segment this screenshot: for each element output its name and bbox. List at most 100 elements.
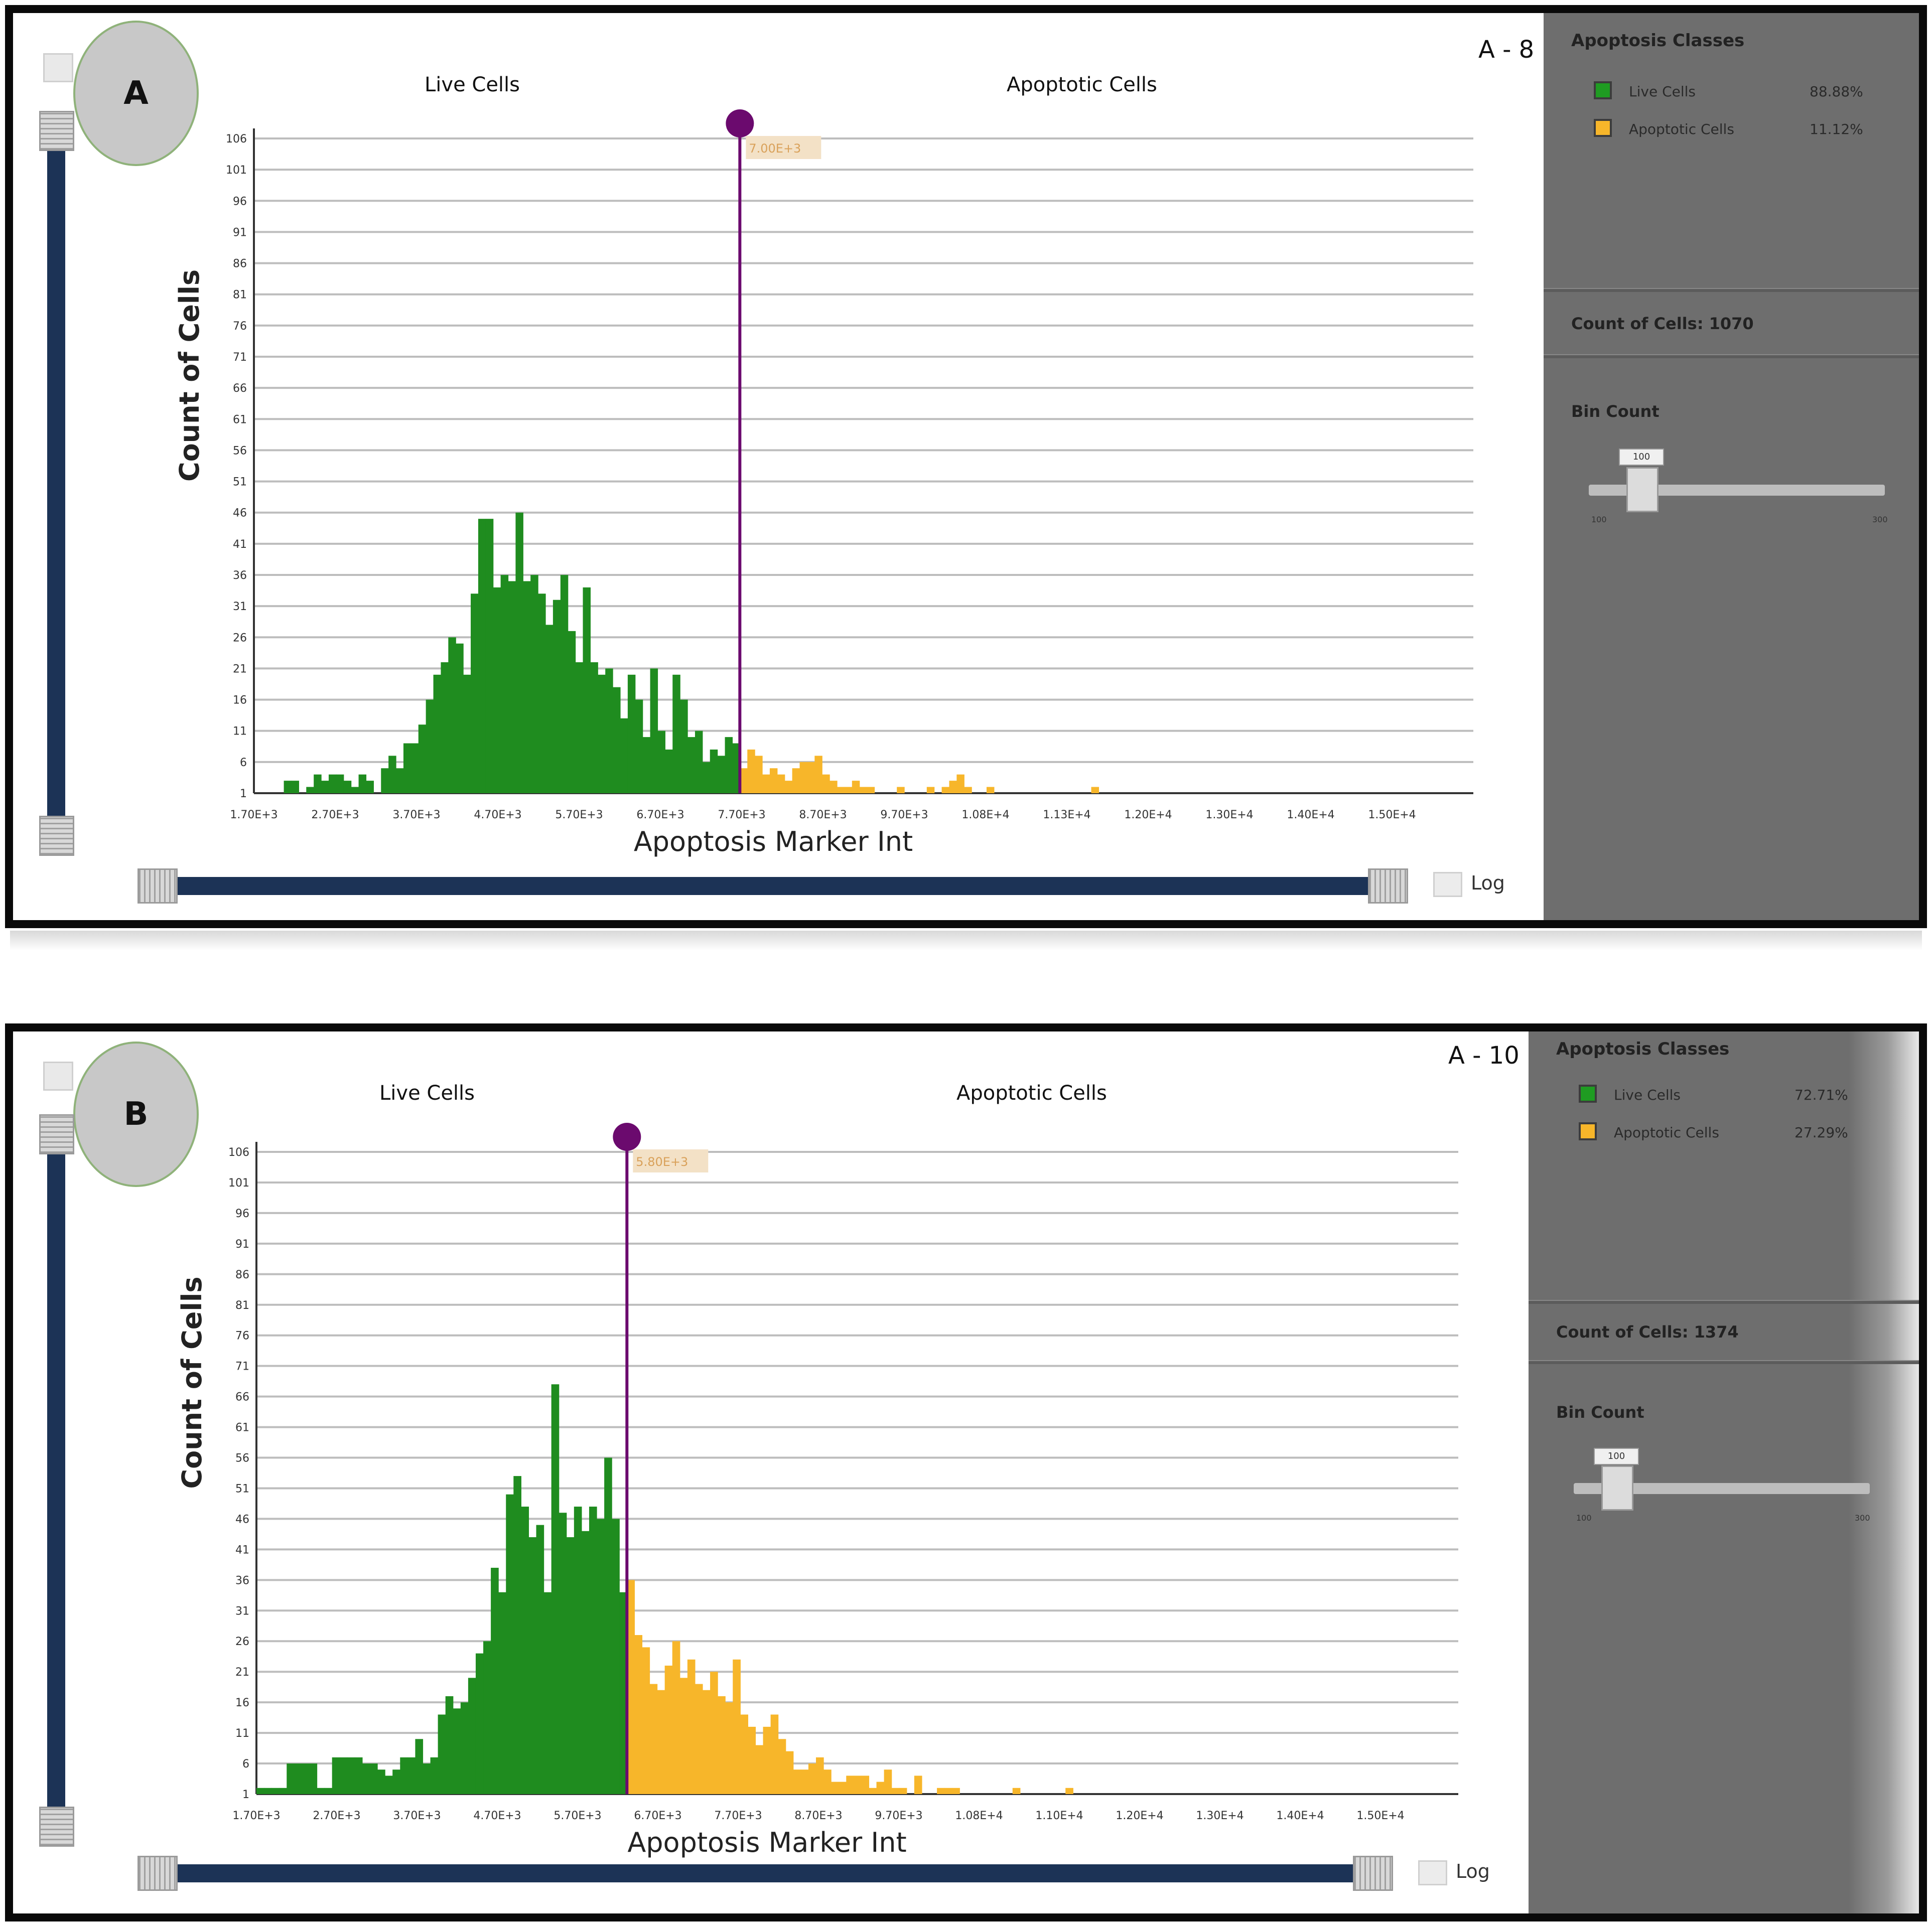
x-tick-label: 7.70E+3 bbox=[718, 809, 765, 821]
bar-apoptotic bbox=[755, 1745, 764, 1794]
bar-live bbox=[583, 587, 591, 793]
bar-live bbox=[306, 787, 314, 793]
bar-live bbox=[725, 737, 733, 793]
horizontal-scroll-left-handle[interactable] bbox=[137, 868, 178, 904]
threshold-handle bbox=[726, 109, 754, 137]
bar-live bbox=[430, 1757, 439, 1794]
legend-item-live[interactable]: Live Cells 88.88% bbox=[1594, 78, 1895, 103]
legend-item-live[interactable]: Live Cells 72.71% bbox=[1579, 1082, 1880, 1107]
y-tick-label: 101 bbox=[226, 164, 247, 177]
horizontal-scrollbar[interactable] bbox=[164, 1864, 1378, 1882]
y-tick-label: 101 bbox=[228, 1177, 249, 1190]
x-axis-title: Apoptosis Marker Int bbox=[634, 826, 913, 857]
bin-count-label: Bin Count bbox=[1556, 1403, 1644, 1422]
threshold-label: 7.00E+3 bbox=[749, 141, 801, 156]
panel-b: B A - 10 Live Cells Apoptotic Cells 1 6 11… bbox=[5, 1023, 1927, 1921]
bar-live bbox=[336, 774, 344, 793]
y-tick-label: 76 bbox=[235, 1330, 249, 1343]
bar-apoptotic bbox=[884, 1769, 892, 1794]
bar-live bbox=[321, 781, 329, 793]
bar-apoptotic bbox=[854, 1776, 862, 1794]
bar-apoptotic bbox=[808, 1763, 816, 1794]
bar-live bbox=[528, 1537, 537, 1794]
y-tick-label: 56 bbox=[233, 445, 247, 457]
y-tick-label: 11 bbox=[235, 1727, 249, 1740]
bar-live bbox=[324, 1788, 333, 1794]
y-tick-label: 66 bbox=[233, 382, 247, 395]
log-checkbox[interactable] bbox=[1418, 1860, 1447, 1885]
x-tick-label: 1.08E+4 bbox=[961, 809, 1009, 821]
bar-live bbox=[271, 1788, 280, 1794]
bar-live bbox=[612, 1519, 620, 1794]
bar-live bbox=[309, 1763, 318, 1794]
bar-apoptotic bbox=[784, 781, 793, 793]
bar-apoptotic bbox=[852, 781, 860, 793]
x-tick-label: 1.40E+4 bbox=[1287, 809, 1334, 821]
bar-live bbox=[604, 1457, 612, 1794]
y-axis-title: Count of Cells bbox=[176, 1276, 208, 1489]
y-tick-label: 71 bbox=[233, 351, 247, 364]
bar-live bbox=[377, 1769, 385, 1794]
bar-apoptotic bbox=[778, 1739, 786, 1794]
y-tick-label: 46 bbox=[233, 507, 247, 520]
bar-live bbox=[478, 519, 486, 793]
x-tick-label: 3.70E+3 bbox=[392, 809, 440, 821]
legend-item-apoptotic[interactable]: Apoptotic Cells 11.12% bbox=[1594, 116, 1895, 141]
bar-apoptotic bbox=[672, 1641, 680, 1794]
x-tick-label: 1.70E+3 bbox=[230, 809, 278, 821]
y-tick-label: 1 bbox=[242, 1789, 249, 1801]
legend-item-apoptotic[interactable]: Apoptotic Cells 27.29% bbox=[1579, 1119, 1880, 1144]
bar-live bbox=[426, 699, 434, 793]
horizontal-scroll-left-handle[interactable] bbox=[137, 1856, 178, 1891]
bar-live bbox=[620, 718, 628, 793]
bar-apoptotic bbox=[718, 1696, 726, 1794]
bar-live bbox=[635, 699, 643, 793]
bar-live bbox=[568, 631, 576, 793]
y-tick-label: 51 bbox=[235, 1483, 249, 1495]
bar-live bbox=[498, 1592, 506, 1794]
legend-swatch-apoptotic bbox=[1579, 1122, 1597, 1140]
bar-live bbox=[672, 674, 680, 793]
horizontal-scroll-right-handle[interactable] bbox=[1353, 1856, 1393, 1891]
bar-live bbox=[366, 781, 374, 793]
bar-live bbox=[597, 1519, 605, 1794]
bar-apoptotic bbox=[926, 787, 935, 793]
bar-live bbox=[328, 774, 337, 793]
y-tick-label: 21 bbox=[235, 1666, 249, 1679]
log-checkbox[interactable] bbox=[1433, 872, 1462, 897]
bin-count-slider-handle[interactable] bbox=[1626, 467, 1659, 512]
bar-apoptotic bbox=[793, 1769, 801, 1794]
bar-apoptotic bbox=[897, 787, 905, 793]
side-panel: Apoptosis Classes Live Cells 88.88% Apop… bbox=[1544, 13, 1919, 920]
bar-live bbox=[523, 581, 531, 793]
bar-live bbox=[370, 1763, 378, 1794]
bar-live bbox=[264, 1788, 272, 1794]
horizontal-scroll-right-handle[interactable] bbox=[1368, 868, 1408, 904]
y-tick-label: 6 bbox=[242, 1758, 249, 1770]
bar-apoptotic bbox=[844, 787, 853, 793]
bar-live bbox=[400, 1757, 408, 1794]
bar-live bbox=[642, 737, 651, 793]
y-tick-label: 1 bbox=[240, 788, 247, 800]
legend-value: 11.12% bbox=[1810, 121, 1863, 137]
bar-live bbox=[605, 668, 613, 793]
bar-live bbox=[717, 756, 726, 793]
legend-label: Live Cells bbox=[1629, 83, 1696, 100]
x-tick-label: 1.20E+4 bbox=[1116, 1810, 1163, 1822]
bar-apoptotic bbox=[1065, 1788, 1073, 1794]
legend-value: 27.29% bbox=[1795, 1124, 1848, 1141]
bar-live bbox=[575, 662, 584, 793]
bar-apoptotic bbox=[941, 787, 950, 793]
bar-apoptotic bbox=[899, 1788, 907, 1794]
classes-title: Apoptosis Classes bbox=[1571, 31, 1745, 51]
bin-count-slider-handle[interactable] bbox=[1601, 1465, 1633, 1511]
x-tick-label: 9.70E+3 bbox=[875, 1810, 922, 1822]
bar-apoptotic bbox=[710, 1672, 718, 1794]
legend-swatch-live bbox=[1594, 81, 1612, 99]
bar-live bbox=[403, 743, 411, 793]
horizontal-scrollbar[interactable] bbox=[164, 877, 1393, 895]
bar-live bbox=[475, 1653, 484, 1794]
x-tick-label: 6.70E+3 bbox=[636, 809, 684, 821]
bar-live bbox=[445, 1696, 454, 1794]
bar-apoptotic bbox=[777, 774, 785, 793]
